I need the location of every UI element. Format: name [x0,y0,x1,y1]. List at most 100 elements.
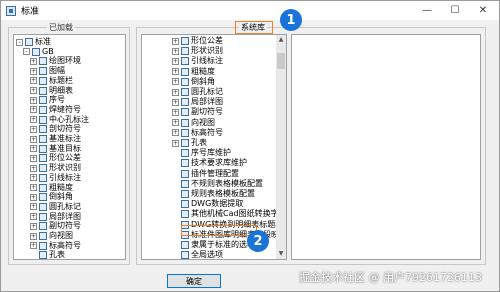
maximize-icon[interactable]: ☐ [441,1,469,20]
system-tree-item[interactable]: 其他机械Cad图纸转换字段 [172,209,286,219]
loaded-tree-item[interactable]: + 绘图环境 [30,56,81,66]
loaded-tree-item[interactable]: + 序号 [30,95,65,105]
system-tree-item[interactable]: 不规则表格模板配置 [172,179,263,189]
tree-node-label: 基准标注 [49,134,81,143]
loaded-tree-item[interactable]: + 向视图 [30,231,73,241]
expand-icon[interactable]: + [30,164,37,172]
scroll-handle[interactable] [277,53,285,69]
system-tree-item[interactable]: + 引线标注 [172,56,223,66]
scroll-up-arrow-icon[interactable]: ▲ [276,35,286,45]
system-tree-item[interactable]: + 圆孔标记 [172,87,223,97]
expand-icon[interactable]: + [30,193,37,201]
system-tree-item[interactable]: 规则表格模板配置 [172,189,255,199]
expand-icon[interactable]: + [30,77,37,85]
loaded-tree-panel[interactable]: - 标准 - GB + 绘图环境 + 图幅 + 标题栏 + 明细表 + 序号 + 焊缝符号 + 中心孔标注 + 剖切符… [13,34,126,260]
loaded-tree-item[interactable]: + 标题栏 [30,76,73,86]
loaded-tree-item[interactable]: + 引线标注 [30,173,81,183]
collapse-icon[interactable]: - [23,48,30,56]
loaded-tree-item[interactable]: + 形状识别 [30,163,81,173]
tree-node-icon [39,125,47,134]
expand-icon[interactable]: + [30,174,37,182]
tree-node-icon [181,169,189,178]
minimize-icon[interactable]: — [413,1,441,20]
tree-node-label: 形位公差 [49,153,81,163]
expand-icon[interactable]: + [30,154,37,162]
tree-node-icon [39,212,47,221]
expand-icon[interactable]: + [30,242,37,250]
system-tree-item[interactable]: 插件管理配置 [172,169,239,179]
expand-icon[interactable]: + [30,106,37,114]
collapse-icon[interactable]: - [16,38,23,46]
expand-icon[interactable]: + [172,129,179,137]
loaded-tree-item[interactable]: + 明细表 [30,86,73,96]
app-icon [6,5,16,16]
loaded-tree-item[interactable]: + 倒斜角 [30,192,73,202]
loaded-tree-item[interactable]: + 粗糙度 [30,183,73,193]
tree-node-icon [39,164,47,173]
system-tree-item[interactable]: 隶属于标准的选项 [172,240,255,250]
expand-icon[interactable]: + [30,232,37,240]
expand-icon[interactable]: + [172,88,179,96]
loaded-tree-item[interactable]: + 焊缝符号 [30,105,81,115]
expand-icon[interactable]: + [172,139,179,147]
tree-node-label: 倒斜角 [49,192,73,202]
loaded-tree-item[interactable]: + 副切符号 [30,221,81,231]
expand-icon[interactable]: + [30,135,37,143]
tree-node-label: 向视图 [49,231,73,240]
system-tree-item[interactable]: + 倒斜角 [172,77,215,87]
tree-node-label: 标高符号 [191,127,223,137]
system-tree-item[interactable]: + 形状识别 [172,46,223,56]
expand-icon[interactable]: + [30,213,37,221]
expand-icon[interactable]: + [30,125,37,133]
expand-icon[interactable]: + [30,67,37,75]
expand-icon[interactable]: + [30,184,37,191]
close-icon[interactable]: ✕ [469,1,497,20]
expand-icon[interactable]: + [172,37,179,45]
loaded-tree-item[interactable]: + 基准标注 [30,134,81,144]
tree-node-icon [25,38,33,46]
expand-icon[interactable]: + [172,98,179,106]
system-tree-item[interactable]: 序号库维护 [172,148,231,158]
loaded-tree-item[interactable]: + 剖切符号 [30,124,81,134]
expand-icon[interactable]: + [30,87,37,94]
expand-icon[interactable]: + [30,116,37,124]
system-scrollbar-track[interactable]: ▲ ▼ [276,35,286,259]
system-tree-item[interactable]: + 副切符号 [172,107,223,117]
system-tree-item[interactable]: 全局选项 [172,250,223,259]
loaded-tree-item[interactable]: + 圆孔标记 [30,202,81,212]
expand-icon[interactable]: + [172,68,179,76]
expand-icon[interactable]: + [30,96,37,104]
tree-node-icon [39,183,47,192]
system-tree-item[interactable]: + 孔表 [172,138,207,148]
system-tree-item[interactable]: + 粗糙度 [172,67,215,77]
scroll-down-arrow-icon[interactable]: ▼ [276,249,286,259]
ok-button[interactable]: 确定 [167,274,221,288]
system-tree-item[interactable]: DWG数据提取 [172,199,243,209]
loaded-tree-item[interactable]: + 形位公差 [30,153,81,163]
system-tree-item[interactable]: + 局部详图 [172,97,223,107]
tree-node-icon [181,57,189,66]
tree-node-icon [181,190,189,198]
loaded-tree-item[interactable]: - 标准 [16,37,51,47]
loaded-tree-item[interactable]: + 图幅 [30,66,65,76]
expand-icon[interactable]: + [30,203,37,211]
tree-node-icon [39,232,47,240]
expand-icon[interactable]: + [30,57,37,65]
tree-node-icon [181,241,189,249]
tree-node-icon [39,202,47,211]
system-tree-item[interactable]: + 形位公差 [172,36,223,46]
expand-icon[interactable]: + [172,119,179,127]
system-tree-item[interactable]: 技术要求库维护 [172,158,247,168]
system-tree-item[interactable]: + 向视图 [172,118,215,128]
expand-icon[interactable]: + [172,108,179,116]
tree-node-label: 粗糙度 [49,182,73,192]
expand-icon[interactable]: + [172,47,179,55]
expand-icon[interactable]: + [30,222,37,230]
system-tree-item[interactable]: + 标高符号 [172,128,223,138]
tree-node-icon [181,149,189,158]
expand-icon[interactable]: + [172,78,179,86]
expand-icon[interactable]: + [172,57,179,65]
tree-node-label: 形位公差 [191,36,223,45]
expand-icon[interactable]: + [30,145,37,153]
loaded-tree-item[interactable]: 孔表 [30,250,65,259]
